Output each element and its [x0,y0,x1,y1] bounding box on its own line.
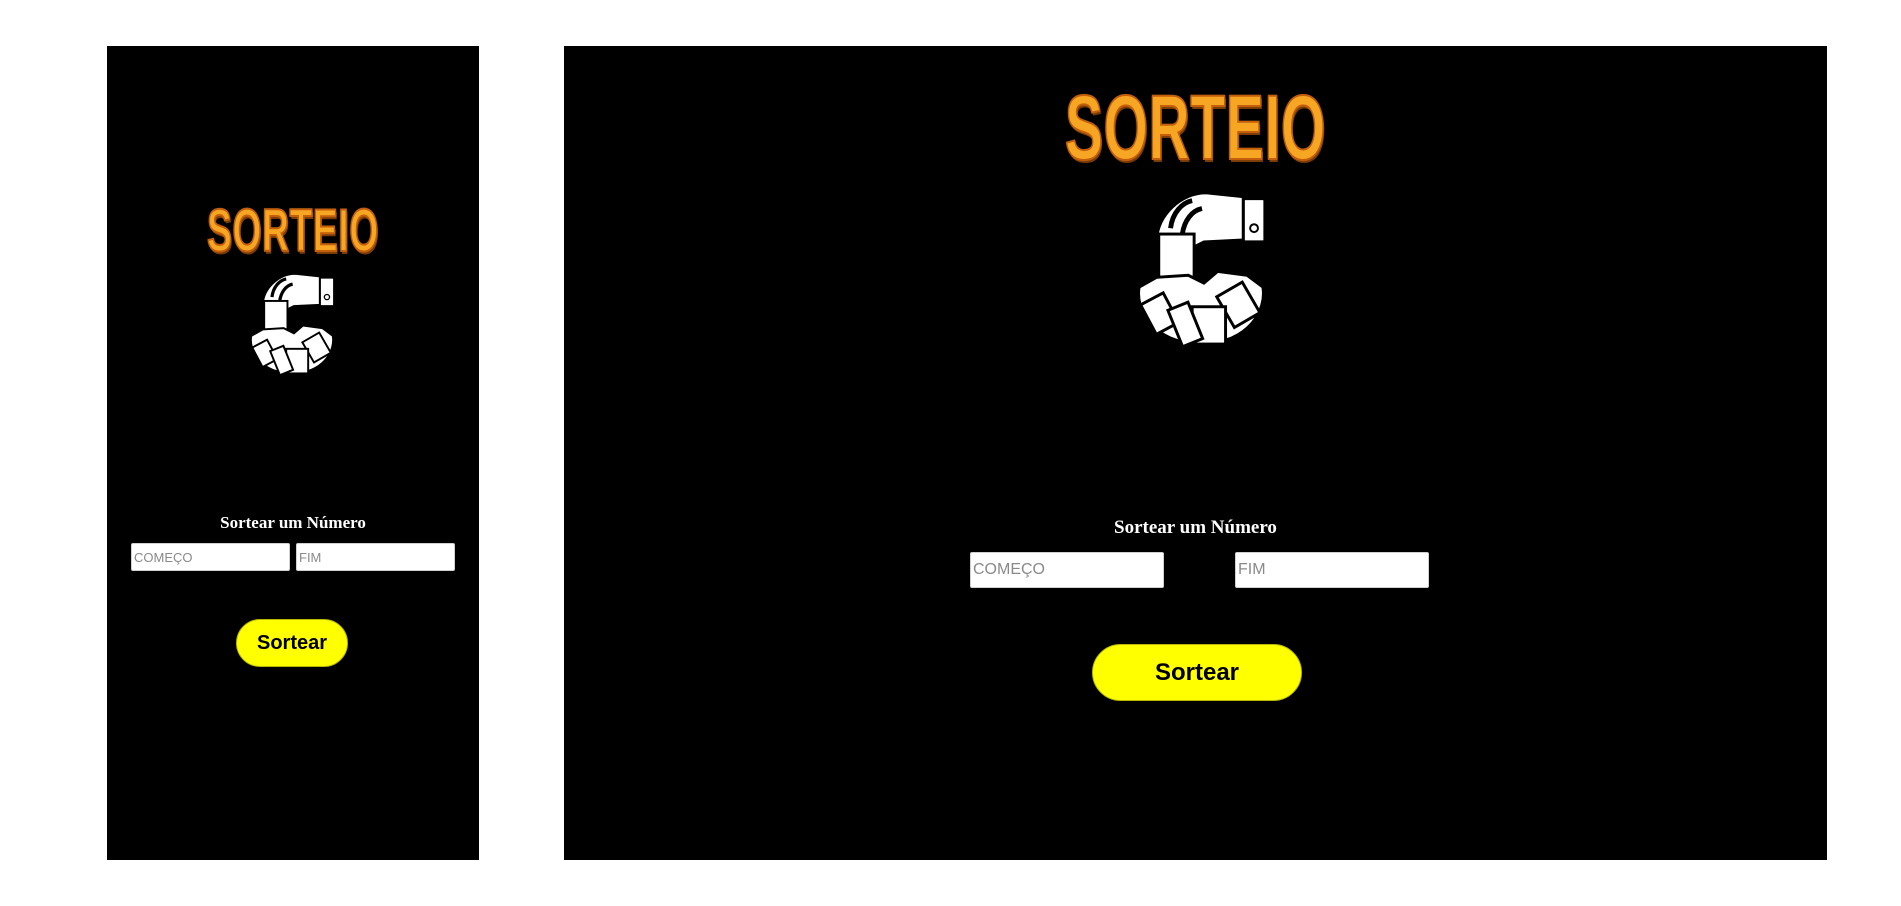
logo: SORTEIO [1064,76,1327,180]
start-number-input[interactable]: COMEÇO [970,552,1164,588]
draw-button[interactable]: Sortear [1092,644,1302,701]
start-number-input[interactable]: COMEÇO [131,543,290,571]
logo: SORTEIO [207,196,379,265]
hand-drawing-ticket-from-bowl-icon [249,272,336,376]
form-title: Sortear um Número [1114,517,1277,538]
mobile-preview-panel: SORTEIO Sortear um Número COMEÇO FIM Sor… [107,46,479,860]
hand-drawing-ticket-from-bowl-icon [1137,191,1267,348]
draw-button[interactable]: Sortear [236,619,348,667]
end-number-input[interactable]: FIM [296,543,455,571]
form-title: Sortear um Número [220,513,366,532]
desktop-preview-panel: SORTEIO Sortear um Número COMEÇO FIM Sor… [564,46,1827,860]
end-number-input[interactable]: FIM [1235,552,1429,588]
